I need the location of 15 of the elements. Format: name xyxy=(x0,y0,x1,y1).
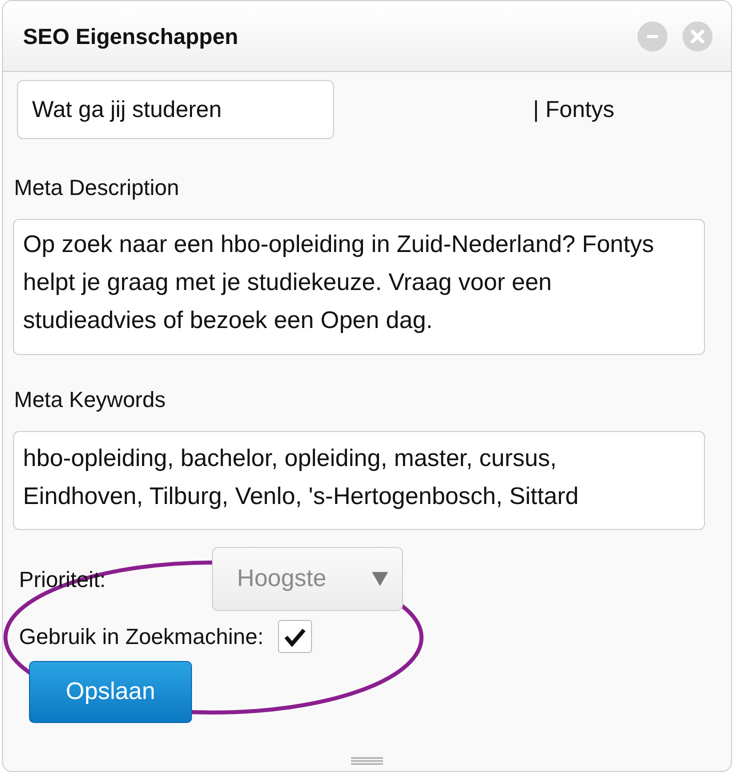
checkmark-icon xyxy=(284,626,306,646)
save-button[interactable]: Opslaan xyxy=(29,661,192,723)
description-text-area[interactable]: Op zoek naar een hbo-opleiding in Zuid-Nederland? Fontys helpt je graag met je studiekeuze. Vraag voor een studieadvies of bezoek een Open dag. xyxy=(13,219,705,355)
field-label: Meta Description xyxy=(14,174,180,202)
window-title: SEO Eigenschappen xyxy=(23,22,238,51)
resize-grip-icon[interactable] xyxy=(351,757,383,765)
title-suffix: | Fontys xyxy=(533,95,614,124)
checkbox[interactable] xyxy=(278,620,312,653)
field-label: Meta Keywords xyxy=(14,386,167,414)
keywords-text-area[interactable]: hbo-opleiding, bachelor, opleiding, master, cursus, Eindhoven, Tilburg, Venlo, 's-Hertogenbosch, Sittard xyxy=(13,431,705,530)
title-input-field[interactable]: Wat ga jij studeren xyxy=(17,80,334,139)
caret-icon xyxy=(372,572,388,586)
minimize-icon[interactable] xyxy=(637,20,668,52)
close-icon[interactable] xyxy=(682,20,713,52)
field-label: Gebruik in Zoekmachine: xyxy=(19,623,264,651)
